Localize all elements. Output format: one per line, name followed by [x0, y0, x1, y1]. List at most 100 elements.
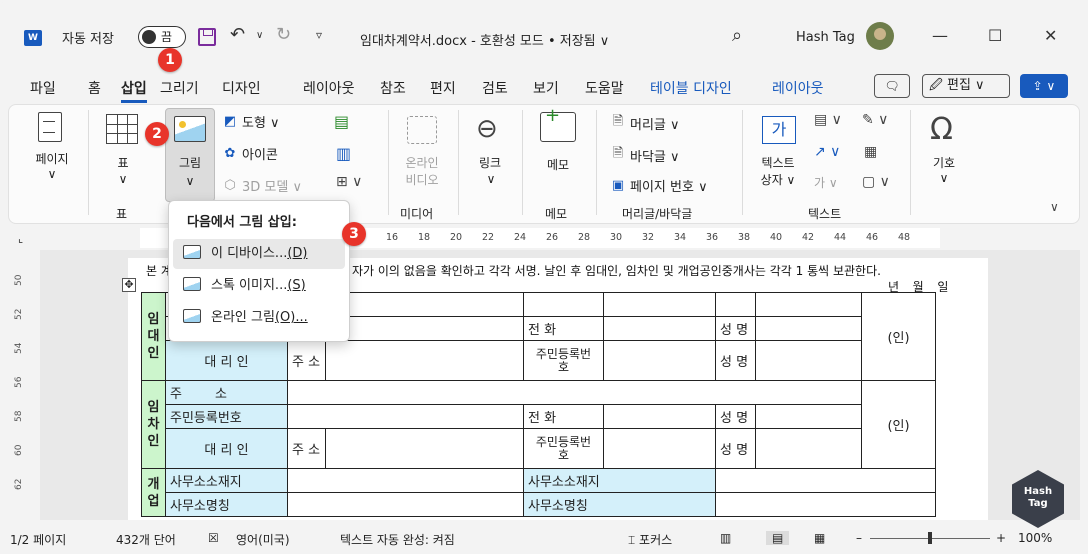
drop-cap-icon[interactable]: 가 ∨ — [814, 174, 838, 191]
page-count[interactable]: 1/2 페이지 — [10, 531, 66, 548]
minimize-button[interactable]: — — [932, 26, 948, 45]
web-layout-icon[interactable]: ▦ — [814, 531, 825, 545]
menu-item-online-pictures[interactable]: 온라인 그림(O)... — [173, 303, 345, 333]
autosave-toggle[interactable]: 끔 — [138, 26, 186, 48]
page-icon[interactable] — [38, 112, 62, 142]
online-video-label[interactable]: 온라인 비디오 — [398, 154, 446, 188]
online-video-icon[interactable] — [407, 116, 437, 144]
chart-icon[interactable]: ▥ — [336, 144, 351, 163]
tab-table-layout[interactable]: 레이아웃 — [772, 78, 824, 98]
header-label: 머리글 ∨ — [630, 117, 680, 133]
zoom-in-button[interactable]: + — [996, 531, 1006, 545]
link-dropdown-icon[interactable]: ∨ — [484, 172, 498, 186]
proofing-icon[interactable]: ☒ — [208, 531, 219, 545]
table-cell — [603, 316, 716, 341]
page-button-label[interactable]: 페이지 ∨ — [30, 150, 74, 181]
read-mode-icon[interactable]: ▥ — [720, 531, 731, 545]
memo-label[interactable]: 메모 — [536, 156, 580, 173]
ruler-number: 32 — [642, 232, 655, 243]
table-button-label[interactable]: 표 — [108, 154, 138, 171]
tab-references[interactable]: 참조 — [380, 78, 406, 98]
object-icon[interactable]: ▢ ∨ — [862, 174, 890, 190]
date-time-icon[interactable]: ▦ — [864, 144, 877, 160]
shapes-button[interactable]: ◩ 도형 ∨ — [222, 112, 280, 131]
tab-file[interactable]: 파일 — [30, 78, 56, 98]
user-name[interactable]: Hash Tag — [796, 30, 855, 45]
table-icon[interactable] — [106, 114, 138, 144]
avatar[interactable] — [866, 22, 894, 50]
symbol-icon[interactable]: Ω — [930, 112, 953, 147]
editing-mode-button[interactable]: 🖉 편집 ∨ — [922, 74, 1010, 98]
ruler-number: 20 — [450, 232, 463, 243]
zoom-level[interactable]: 100% — [1018, 531, 1052, 545]
close-button[interactable]: ✕ — [1044, 26, 1057, 45]
tab-draw[interactable]: 그리기 — [160, 78, 199, 98]
comment-icon[interactable] — [540, 105, 576, 142]
icons-button[interactable]: ✿ 아이콘 — [222, 144, 278, 163]
table-dropdown-icon[interactable]: ∨ — [116, 172, 130, 186]
menu-item-stock-images[interactable]: 스톡 이미지...(S) — [173, 271, 345, 301]
comments-button[interactable]: 🗨 — [874, 74, 910, 98]
tab-view[interactable]: 보기 — [533, 78, 559, 98]
footer-button[interactable]: 🗎 바닥글 ∨ — [610, 144, 680, 166]
customize-quick-access-icon[interactable]: ▿ — [316, 28, 322, 42]
text-prediction[interactable]: 텍스트 자동 완성: 켜짐 — [340, 531, 455, 548]
collapse-ribbon-icon[interactable]: ∨ — [1050, 200, 1059, 214]
text-box-icon[interactable]: 가 — [762, 116, 796, 144]
picture-icon — [174, 116, 206, 142]
table-move-handle-icon[interactable]: ✥ — [122, 278, 136, 292]
screenshot-icon[interactable]: ⊞ ∨ — [336, 174, 362, 190]
3d-models-button[interactable]: ⬡ 3D 모델 ∨ — [222, 176, 302, 195]
header-button[interactable]: 🗎 머리글 ∨ — [610, 112, 680, 134]
smartart-icon[interactable]: ▤ — [334, 112, 349, 131]
zoom-slider-handle[interactable] — [928, 532, 932, 544]
search-icon[interactable]: ⌕ — [732, 25, 742, 46]
ruler-number: 36 — [706, 232, 719, 243]
table-cell — [287, 380, 862, 405]
agent-label: 대 리 인 — [165, 340, 288, 381]
vertical-ruler-number: 50 — [14, 274, 24, 286]
language[interactable]: 영어(미국) — [236, 531, 290, 548]
rrn-label: 주민등록번 호 — [523, 340, 604, 381]
tab-layout[interactable]: 레이아웃 — [303, 78, 355, 98]
tab-review[interactable]: 검토 — [482, 78, 508, 98]
tab-table-design[interactable]: 테이블 디자인 — [650, 78, 732, 98]
share-button[interactable]: ⇪ ∨ — [1020, 74, 1068, 98]
ribbon-separator — [522, 110, 523, 215]
tab-design[interactable]: 디자인 — [222, 78, 261, 98]
undo-icon[interactable]: ↶ — [230, 24, 245, 45]
focus-button[interactable]: ⌶ 포커스 — [628, 531, 672, 548]
tab-mailings[interactable]: 편지 — [430, 78, 456, 98]
tab-selector-icon[interactable]: ⌞ — [18, 232, 23, 245]
office-address-label: 사무소소재지 — [165, 468, 288, 493]
ribbon-separator — [458, 110, 459, 215]
name-label: 성 명 — [715, 340, 756, 381]
ruler-number: 38 — [738, 232, 751, 243]
seal-cell: (인) — [861, 292, 936, 381]
page-number-button[interactable]: ▣ 페이지 번호 ∨ — [610, 176, 708, 195]
undo-dropdown-icon[interactable]: ∨ — [256, 30, 263, 41]
symbol-label[interactable]: 기호 ∨ — [924, 154, 964, 185]
link-label[interactable]: 링크 — [470, 154, 510, 171]
tab-insert[interactable]: 삽입 — [121, 78, 147, 103]
word-icon: W — [24, 30, 42, 46]
text-box-label[interactable]: 텍스트 상자 ∨ — [754, 154, 802, 188]
redo-icon[interactable]: ↻ — [276, 24, 291, 45]
ruler-number: 26 — [546, 232, 559, 243]
zoom-out-button[interactable]: – — [856, 531, 862, 545]
save-icon[interactable] — [198, 28, 216, 46]
tab-home[interactable]: 홈 — [88, 78, 101, 98]
menu-item-this-device[interactable]: 이 디바이스...(D) — [173, 239, 345, 269]
print-layout-icon[interactable]: ▤ — [766, 531, 790, 545]
word-count[interactable]: 432개 단어 — [116, 531, 176, 548]
quick-parts-icon[interactable]: ▤ ∨ — [814, 112, 842, 128]
tab-help[interactable]: 도움말 — [585, 78, 624, 98]
link-icon[interactable]: ⊖ — [476, 114, 498, 144]
maximize-button[interactable]: ☐ — [988, 26, 1002, 45]
signature-line-icon[interactable]: ✎ ∨ — [862, 112, 888, 128]
wordart-icon[interactable]: ↗ ∨ — [814, 144, 840, 160]
table-group-label: 표 — [116, 207, 128, 221]
document-title[interactable]: 임대차계약서.docx - 호환성 모드 • 저장됨 ∨ — [360, 30, 609, 49]
table-cell — [287, 404, 524, 429]
menu-title: 다음에서 그림 삽입: — [187, 215, 297, 230]
